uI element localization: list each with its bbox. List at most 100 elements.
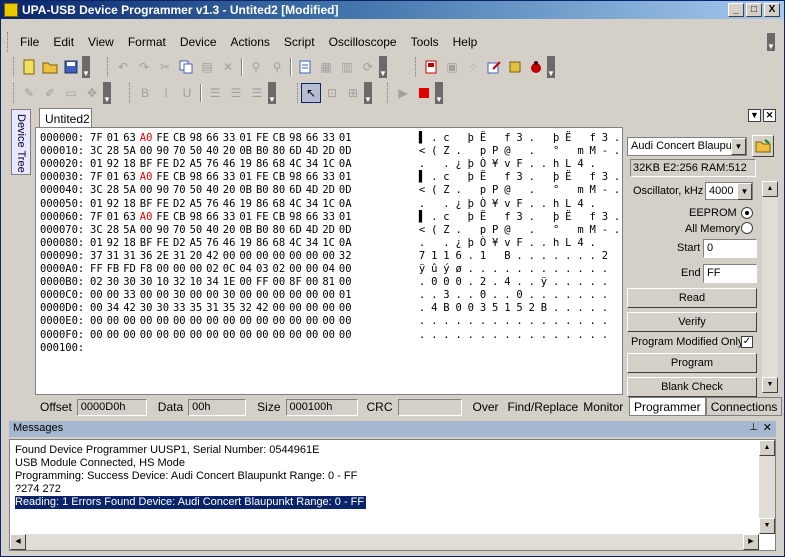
hex-byte[interactable]: 98 bbox=[289, 171, 306, 184]
hex-byte[interactable]: 32 bbox=[339, 250, 356, 263]
maximize-button[interactable]: □ bbox=[746, 3, 762, 17]
hex-byte[interactable]: 00 bbox=[90, 302, 107, 315]
hex-byte[interactable]: 04 bbox=[322, 263, 339, 276]
hex-byte[interactable]: 00 bbox=[90, 329, 107, 342]
hex-byte[interactable]: 30 bbox=[140, 302, 157, 315]
hex-byte[interactable]: 90 bbox=[156, 224, 173, 237]
hex-row[interactable]: 0000F0: 00 00 00 00 00 00 00 00 00 00 00 00 00 00 00 00.… bbox=[40, 329, 608, 342]
hex-byte[interactable]: 03 bbox=[256, 263, 273, 276]
device-icon[interactable] bbox=[421, 57, 441, 77]
hex-byte[interactable]: 3C bbox=[90, 224, 107, 237]
hex-byte[interactable]: 18 bbox=[123, 158, 140, 171]
hex-byte[interactable]: FE bbox=[156, 158, 173, 171]
hex-byte[interactable]: 00 bbox=[173, 315, 190, 328]
hex-byte[interactable]: 34 bbox=[306, 158, 323, 171]
hex-byte[interactable]: FE bbox=[156, 211, 173, 224]
hex-byte[interactable]: 01 bbox=[339, 171, 356, 184]
hex-byte[interactable]: 00 bbox=[140, 145, 157, 158]
hex-byte[interactable]: 5A bbox=[123, 145, 140, 158]
toolbar6-grip[interactable] bbox=[297, 83, 300, 103]
hex-bytes[interactable]: 7F 01 63 A0 FE CB 98 66 33 01 FE CB 98 66 33 01 bbox=[90, 171, 356, 183]
hex-byte[interactable]: 00 bbox=[322, 250, 339, 263]
hex-byte[interactable]: 31 bbox=[173, 250, 190, 263]
hex-ascii[interactable]: .000.2.4..ÿ..... bbox=[416, 276, 608, 289]
hex-byte[interactable]: 00 bbox=[273, 289, 290, 302]
hex-byte[interactable]: 20 bbox=[223, 224, 240, 237]
hex-byte[interactable]: 5A bbox=[123, 224, 140, 237]
scroll-down-icon[interactable]: ▼ bbox=[759, 518, 775, 534]
hex-byte[interactable]: 01 bbox=[339, 132, 356, 145]
menubar-overflow[interactable]: ▼ bbox=[767, 33, 775, 51]
bug-icon[interactable] bbox=[526, 57, 546, 77]
hex-byte[interactable]: 0C bbox=[223, 263, 240, 276]
hex-byte[interactable]: 66 bbox=[306, 211, 323, 224]
hex-byte[interactable]: 35 bbox=[223, 302, 240, 315]
hex-byte[interactable]: D2 bbox=[173, 237, 190, 250]
hex-byte[interactable]: 01 bbox=[239, 211, 256, 224]
hex-byte[interactable]: 00 bbox=[90, 289, 107, 302]
hex-byte[interactable]: B0 bbox=[256, 145, 273, 158]
hex-byte[interactable]: 0B bbox=[239, 184, 256, 197]
hex-byte[interactable]: 00 bbox=[239, 250, 256, 263]
hex-byte[interactable]: 00 bbox=[190, 315, 207, 328]
hex-row[interactable]: 0000A0: FF FB FD F8 00 00 00 02 0C 04 03 02 00 00 04 00 ÿ… bbox=[40, 263, 608, 276]
hex-byte[interactable]: 7F bbox=[90, 132, 107, 145]
hex-byte[interactable]: 00 bbox=[239, 276, 256, 289]
chevron-down-icon[interactable]: ▼ bbox=[731, 138, 746, 155]
close-button[interactable]: X bbox=[764, 3, 780, 17]
hex-byte[interactable]: B0 bbox=[256, 184, 273, 197]
hex-byte[interactable]: 00 bbox=[306, 289, 323, 302]
italic-icon[interactable]: I bbox=[156, 83, 176, 103]
menu-tools[interactable]: Tools bbox=[404, 35, 446, 49]
hex-byte[interactable]: 5A bbox=[123, 184, 140, 197]
hex-byte[interactable]: 33 bbox=[223, 211, 240, 224]
hex-byte[interactable]: 80 bbox=[273, 184, 290, 197]
hex-byte[interactable]: 00 bbox=[223, 315, 240, 328]
hex-byte[interactable]: 63 bbox=[123, 211, 140, 224]
hex-bytes[interactable]: 01 92 18 BF FE D2 A5 76 46 19 86 68 4C 34 1C 0A bbox=[90, 198, 356, 210]
hex-byte[interactable]: CB bbox=[273, 132, 290, 145]
hex-byte[interactable]: 04 bbox=[239, 263, 256, 276]
menu-view[interactable]: View bbox=[81, 35, 121, 49]
hex-byte[interactable]: 7F bbox=[90, 211, 107, 224]
hex-byte[interactable]: 00 bbox=[140, 184, 157, 197]
hex-byte[interactable]: 01 bbox=[339, 211, 356, 224]
hex-row[interactable]: 000080: 01 92 18 BF FE D2 A5 76 46 19 86 68 4C 34 1C 0A.… bbox=[40, 237, 596, 250]
hex-byte[interactable]: 4C bbox=[289, 198, 306, 211]
hex-byte[interactable]: 00 bbox=[273, 250, 290, 263]
hex-byte[interactable]: A0 bbox=[140, 171, 157, 184]
hex-row[interactable]: 000090: 37 31 31 36 2E 31 20 42 00 00 00 00 00 00 00 32 7… bbox=[40, 250, 608, 263]
hex-byte[interactable]: A5 bbox=[190, 198, 207, 211]
hex-byte[interactable]: BF bbox=[140, 237, 157, 250]
hex-byte[interactable]: CB bbox=[273, 171, 290, 184]
hex-byte[interactable]: 00 bbox=[306, 276, 323, 289]
hex-byte[interactable]: 33 bbox=[223, 171, 240, 184]
hex-byte[interactable]: 0A bbox=[339, 198, 356, 211]
hex-byte[interactable]: 00 bbox=[339, 302, 356, 315]
hex-byte[interactable]: FE bbox=[156, 132, 173, 145]
hex-byte[interactable]: 98 bbox=[289, 132, 306, 145]
hex-row[interactable]: 000000: 7F 01 63 A0 FE CB 98 66 33 01 FE CB 98 66 33 01 ▌… bbox=[40, 132, 620, 145]
scroll-down-icon[interactable]: ▼ bbox=[762, 377, 778, 393]
hex-bytes[interactable]: 7F 01 63 A0 FE CB 98 66 33 01 FE CB 98 66 33 01 bbox=[90, 211, 356, 223]
hex-byte[interactable]: A5 bbox=[190, 237, 207, 250]
hex-bytes[interactable]: 3C 28 5A 00 90 70 50 40 20 0B B0 80 6D 4D 2D 0D bbox=[90, 145, 356, 157]
toolbar-tools-overflow[interactable]: ▼ bbox=[103, 82, 111, 104]
hex-byte[interactable]: 42 bbox=[123, 302, 140, 315]
hex-byte[interactable]: 00 bbox=[289, 250, 306, 263]
hex-byte[interactable]: 00 bbox=[306, 329, 323, 342]
dots-icon[interactable]: ⁘ bbox=[463, 57, 483, 77]
open-icon[interactable] bbox=[40, 57, 60, 77]
hex-byte[interactable]: 18 bbox=[123, 237, 140, 250]
hex-byte[interactable]: 0D bbox=[339, 184, 356, 197]
hex-byte[interactable]: 30 bbox=[140, 276, 157, 289]
zoom-icon[interactable]: ⊡ bbox=[322, 83, 342, 103]
hex-byte[interactable]: 19 bbox=[239, 158, 256, 171]
hex-byte[interactable]: 00 bbox=[339, 276, 356, 289]
hex-byte[interactable]: 50 bbox=[190, 184, 207, 197]
toolbar-file-overflow[interactable]: ▼ bbox=[82, 56, 90, 78]
grid-icon[interactable]: ▦ bbox=[316, 57, 336, 77]
hex-byte[interactable]: 31 bbox=[123, 250, 140, 263]
scroll-right-icon[interactable]: ▶ bbox=[743, 534, 759, 550]
hex-byte[interactable]: 00 bbox=[306, 302, 323, 315]
